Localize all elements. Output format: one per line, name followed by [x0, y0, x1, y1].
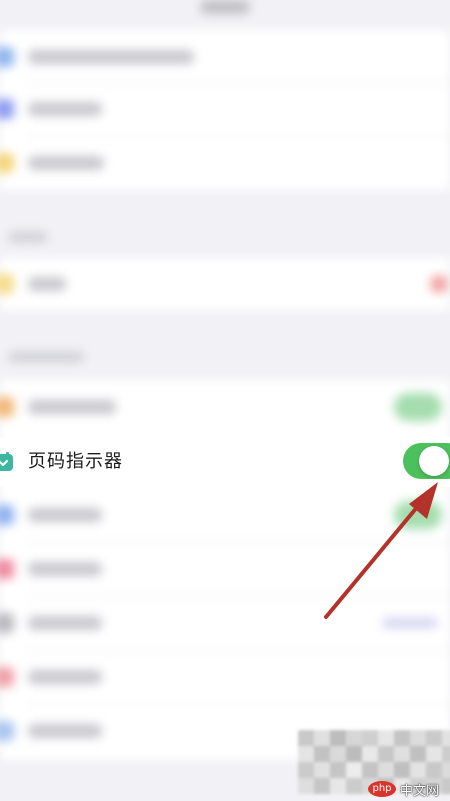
settings-group-2: [0, 258, 450, 310]
page-indicator-label: 页码指示器: [28, 451, 123, 472]
settings-group-1: [0, 30, 450, 190]
page-indicator-row[interactable]: 页码指示器: [0, 437, 450, 487]
toggle-knob: [419, 446, 449, 476]
blurred-row[interactable]: [0, 492, 450, 538]
watermark: php 中文网: [368, 778, 450, 800]
settings-screen: 页码指示器 php 中文网: [0, 0, 450, 801]
page-indicator-toggle[interactable]: [403, 443, 450, 479]
blurred-row[interactable]: [0, 654, 450, 700]
blurred-row[interactable]: [0, 546, 450, 592]
watermark-site-text: 中文网: [400, 783, 440, 799]
top-bar-blur: [200, 0, 250, 14]
blurred-section-header: [8, 232, 48, 242]
blurred-row[interactable]: [0, 34, 450, 80]
blurred-settings-list: [0, 0, 450, 801]
blurred-row[interactable]: [0, 86, 450, 132]
blurred-section-header: [8, 352, 84, 362]
page-indicator-icon: [0, 451, 14, 473]
blurred-row[interactable]: [0, 261, 450, 307]
blurred-row[interactable]: [0, 600, 450, 646]
blurred-row[interactable]: [0, 384, 450, 430]
blurred-row[interactable]: [0, 140, 450, 186]
watermark-logo: php: [368, 781, 396, 797]
